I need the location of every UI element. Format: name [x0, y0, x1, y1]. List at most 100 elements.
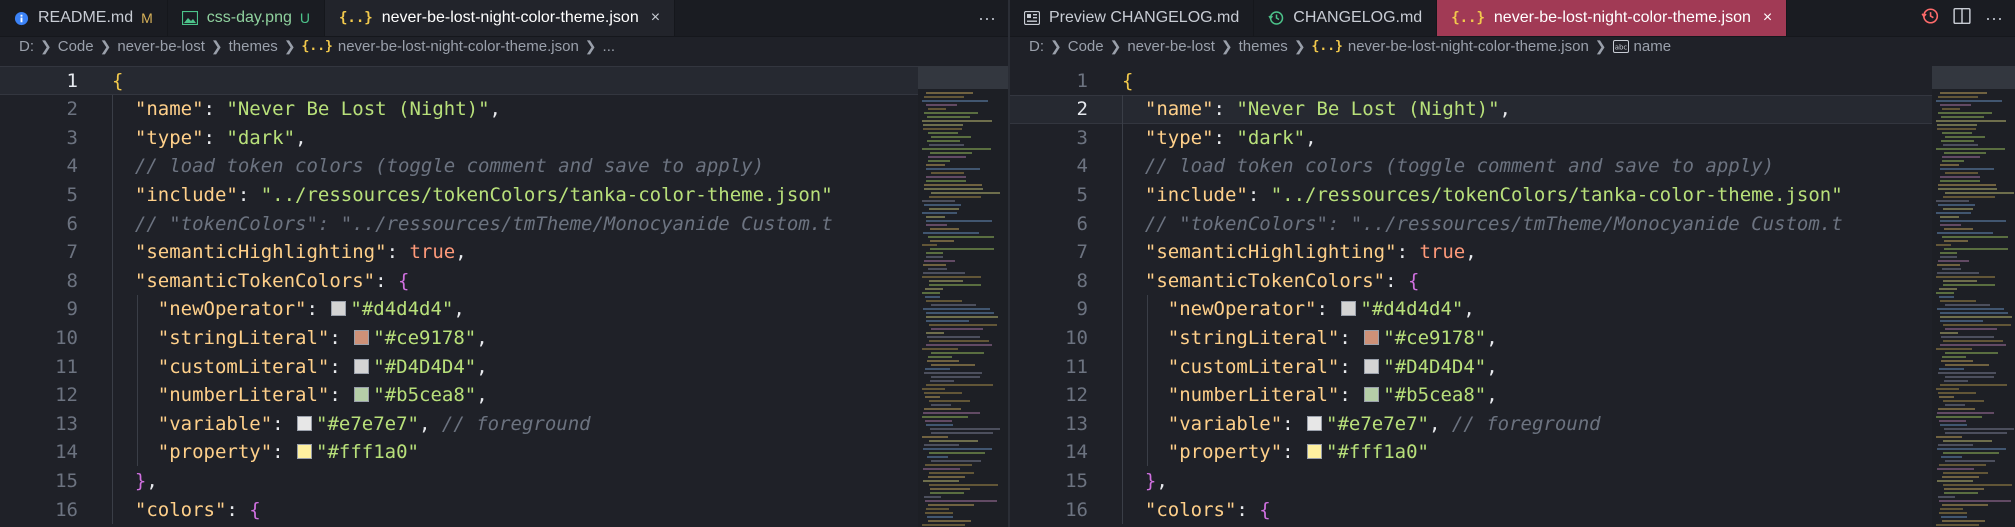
minimap-line: [1945, 136, 1985, 138]
line-number: 5: [66, 183, 78, 206]
line-number: 9: [1076, 298, 1088, 321]
code-line[interactable]: 7 "semanticHighlighting": true,: [0, 238, 1008, 267]
tab-readme[interactable]: README.md M: [0, 0, 168, 36]
line-content: "numberLiteral": "#b5cea8",: [157, 384, 488, 407]
code-line[interactable]: 12 "numberLiteral": "#b5cea8",: [0, 381, 1008, 410]
line-number: 4: [66, 155, 78, 178]
breadcrumb-code[interactable]: Code: [1068, 38, 1104, 55]
code-line[interactable]: 5 "include": "../ressources/tokenColors/…: [1010, 180, 2015, 209]
color-swatch[interactable]: [331, 301, 347, 317]
chevron-right-icon: ❯: [1293, 38, 1306, 54]
color-swatch[interactable]: [354, 387, 370, 403]
breadcrumb-code[interactable]: Code: [58, 38, 94, 55]
untracked-badge: U: [299, 10, 310, 26]
color-swatch[interactable]: [297, 415, 313, 431]
code-line[interactable]: 10 "stringLiteral": "#ce9178",: [0, 323, 1008, 352]
code-line[interactable]: 3 "type": "dark",: [1010, 123, 2015, 152]
minimap-line: [926, 320, 969, 322]
code-line[interactable]: 12 "numberLiteral": "#b5cea8",: [1010, 381, 2015, 410]
line-number: 4: [1076, 155, 1088, 178]
minimap-line: [1936, 416, 1982, 418]
breadcrumb-drive[interactable]: D:: [19, 38, 34, 55]
line-number: 12: [55, 384, 78, 407]
breadcrumb-symbol[interactable]: name: [1634, 38, 1672, 55]
code-line[interactable]: 1{: [1010, 66, 2015, 95]
color-swatch[interactable]: [1307, 444, 1323, 460]
chevron-right-icon: ❯: [40, 38, 52, 54]
code-line[interactable]: 14 "property": "#fff1a0": [0, 438, 1008, 467]
minimap-line: [926, 316, 998, 318]
code-token: "property": [157, 441, 273, 464]
color-swatch[interactable]: [1364, 329, 1380, 345]
more-actions-icon[interactable]: ···: [1985, 8, 2003, 29]
code-line[interactable]: 15 },: [0, 466, 1008, 495]
code-line[interactable]: 10 "stringLiteral": "#ce9178",: [1010, 323, 2015, 352]
more-actions-icon[interactable]: ···: [978, 8, 996, 29]
breadcrumb-project[interactable]: never-be-lost: [117, 38, 205, 55]
timeline-icon[interactable]: [1921, 7, 1939, 30]
code-line[interactable]: 9 "newOperator": "#d4d4d4",: [0, 295, 1008, 324]
code-line[interactable]: 11 "customLiteral": "#D4D4D4",: [0, 352, 1008, 381]
breadcrumb-drive[interactable]: D:: [1029, 38, 1044, 55]
code-line[interactable]: 4 // load token colors (toggle comment a…: [0, 152, 1008, 181]
color-swatch[interactable]: [1364, 358, 1380, 374]
breadcrumb-themes[interactable]: themes: [229, 38, 278, 55]
code-line[interactable]: 13 "variable": "#e7e7e7", // foreground: [1010, 409, 2015, 438]
code-line[interactable]: 3 "type": "dark",: [0, 123, 1008, 152]
color-swatch[interactable]: [354, 329, 370, 345]
chevron-right-icon: ❯: [1594, 38, 1607, 54]
breadcrumb-themes[interactable]: themes: [1239, 38, 1288, 55]
minimap[interactable]: [918, 66, 1008, 527]
code-line[interactable]: 4 // load token colors (toggle comment a…: [1010, 152, 2015, 181]
tab-theme-json[interactable]: {..} never-be-lost-night-color-theme.jso…: [325, 0, 676, 36]
breadcrumb-project[interactable]: never-be-lost: [1127, 38, 1215, 55]
code-line[interactable]: 7 "semanticHighlighting": true,: [1010, 238, 2015, 267]
line-content: "colors": {: [134, 498, 261, 521]
code-line[interactable]: 13 "variable": "#e7e7e7", // foreground: [0, 409, 1008, 438]
tab-preview-changelog[interactable]: Preview CHANGELOG.md: [1010, 0, 1255, 36]
minimap[interactable]: [1932, 66, 2015, 527]
breadcrumb-file[interactable]: never-be-lost-night-color-theme.json: [1348, 38, 1589, 55]
color-swatch[interactable]: [297, 444, 313, 460]
color-swatch[interactable]: [1364, 387, 1380, 403]
code-token: "stringLiteral": [157, 326, 330, 349]
color-swatch[interactable]: [1341, 301, 1357, 317]
code-line[interactable]: 16 "colors": {: [1010, 495, 2015, 524]
close-tab-icon[interactable]: ×: [1763, 9, 1772, 27]
split-editor-icon[interactable]: [1953, 7, 1971, 30]
breadcrumb-file[interactable]: never-be-lost-night-color-theme.json: [338, 38, 579, 55]
minimap-line: [1943, 340, 2003, 342]
minimap-line: [924, 372, 982, 374]
code-line[interactable]: 8 "semanticTokenColors": {: [0, 266, 1008, 295]
minimap-viewport[interactable]: [918, 66, 1008, 89]
code-line[interactable]: 14 "property": "#fff1a0": [1010, 438, 2015, 467]
code-line[interactable]: 16 "colors": {: [0, 495, 1008, 524]
image-icon: [181, 11, 198, 25]
code-line[interactable]: 6 // "tokenColors": "../ressources/tmThe…: [1010, 209, 2015, 238]
breadcrumb-symbol[interactable]: ...: [603, 38, 616, 55]
code-line[interactable]: 5 "include": "../ressources/tokenColors/…: [0, 180, 1008, 209]
tab-changelog[interactable]: CHANGELOG.md: [1254, 0, 1438, 36]
minimap-line: [930, 488, 970, 490]
code-line[interactable]: 6 // "tokenColors": "../ressources/tmThe…: [0, 209, 1008, 238]
code-line[interactable]: 11 "customLiteral": "#D4D4D4",: [1010, 352, 2015, 381]
minimap-line: [1938, 184, 1996, 186]
code-line[interactable]: 9 "newOperator": "#d4d4d4",: [1010, 295, 2015, 324]
line-content: "variable": "#e7e7e7", // foreground: [1167, 412, 1601, 435]
color-swatch[interactable]: [1307, 415, 1323, 431]
minimap-line: [931, 136, 971, 138]
code-line[interactable]: 8 "semanticTokenColors": {: [1010, 266, 2015, 295]
minimap-viewport[interactable]: [1932, 66, 2015, 89]
code-editor[interactable]: 1{2 "name": "Never Be Lost (Night)", 3 "t…: [1010, 66, 2015, 527]
code-line[interactable]: 2 "name": "Never Be Lost (Night)",: [0, 95, 1008, 124]
tab-css-day-png[interactable]: css-day.png U: [168, 0, 325, 36]
minimap-line: [1937, 412, 1994, 414]
close-tab-icon[interactable]: ×: [651, 9, 660, 27]
code-line[interactable]: 1{: [0, 66, 1008, 95]
minimap-line: [1936, 212, 1971, 214]
code-editor[interactable]: 1{2 "name": "Never Be Lost (Night)", 3 "t…: [0, 66, 1008, 527]
code-line[interactable]: 15 },: [1010, 466, 2015, 495]
code-line[interactable]: 2 "name": "Never Be Lost (Night)",: [1010, 95, 2015, 124]
tab-theme-json[interactable]: {..} never-be-lost-night-color-theme.jso…: [1437, 0, 1788, 36]
color-swatch[interactable]: [354, 358, 370, 374]
